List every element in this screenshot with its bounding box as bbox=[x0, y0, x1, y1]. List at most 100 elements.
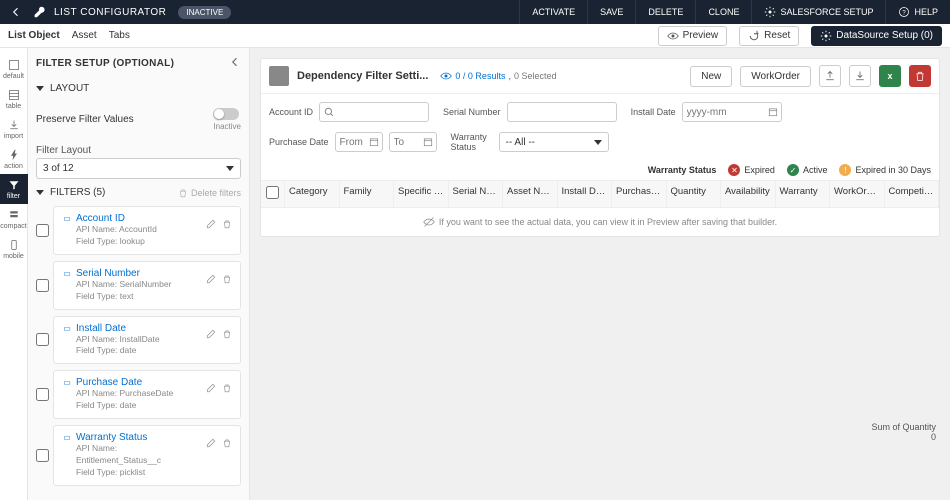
filter-layout-select[interactable]: 3 of 12 bbox=[36, 158, 241, 179]
filter-api-name: API Name: PurchaseDate bbox=[76, 388, 202, 400]
filter-select-checkbox[interactable] bbox=[36, 333, 49, 346]
install-date-input[interactable] bbox=[682, 102, 782, 122]
legend-label: Active bbox=[803, 165, 828, 175]
salesforce-setup-button[interactable]: SALESFORCE SETUP bbox=[751, 0, 885, 24]
table-column-header[interactable]: Install Date bbox=[558, 181, 613, 207]
gear-icon bbox=[820, 30, 832, 42]
table-column-header[interactable]: Competito... bbox=[885, 181, 940, 207]
rail-import-label: import bbox=[4, 133, 23, 140]
status-dot-icon: ✕ bbox=[728, 164, 740, 176]
edit-icon[interactable] bbox=[206, 329, 216, 339]
rail-action[interactable]: action bbox=[0, 144, 28, 174]
table-column-header[interactable]: Serial Nu... bbox=[449, 181, 504, 207]
table-column-header[interactable]: WorkOrder bbox=[830, 181, 885, 207]
pdf-button[interactable] bbox=[909, 65, 931, 87]
rail-filter-label: filter bbox=[7, 193, 20, 200]
tab-tabs[interactable]: Tabs bbox=[109, 30, 130, 41]
edit-icon[interactable] bbox=[206, 438, 216, 448]
rail-filter[interactable]: filter bbox=[0, 174, 28, 204]
share-button[interactable] bbox=[819, 65, 841, 87]
filter-api-name: API Name: Entitlement_Status__c bbox=[76, 443, 202, 467]
warranty-status-select[interactable]: -- All -- bbox=[499, 132, 609, 152]
warranty-status-value: -- All -- bbox=[506, 137, 535, 148]
filter-select-checkbox[interactable] bbox=[36, 388, 49, 401]
trash-icon[interactable] bbox=[222, 329, 232, 339]
empty-message: If you want to see the actual data, you … bbox=[439, 217, 777, 227]
excel-button[interactable]: x bbox=[879, 65, 901, 87]
table-column-header[interactable]: Specific Ty... bbox=[394, 181, 449, 207]
status-dot-icon: ✓ bbox=[787, 164, 799, 176]
serial-number-input[interactable] bbox=[507, 102, 617, 122]
filters-section-header[interactable]: FILTERS (5) bbox=[36, 187, 105, 198]
collapse-panel-button[interactable] bbox=[229, 56, 241, 71]
filter-select-checkbox[interactable] bbox=[36, 449, 49, 462]
sum-footer: Sum of Quantity 0 bbox=[871, 422, 936, 442]
filter-card[interactable]: ▭ Serial Number API Name: SerialNumber F… bbox=[53, 261, 241, 310]
filter-field-type: Field Type: date bbox=[76, 400, 202, 412]
clone-button[interactable]: CLONE bbox=[695, 0, 751, 24]
preserve-filter-toggle[interactable] bbox=[213, 108, 239, 120]
delete-filters-link[interactable]: Delete filters bbox=[178, 188, 241, 198]
status-badge: INACTIVE bbox=[178, 6, 231, 19]
rail-default[interactable]: default bbox=[0, 54, 28, 84]
help-button[interactable]: ? HELP bbox=[885, 0, 950, 24]
rail-table[interactable]: table bbox=[0, 84, 28, 114]
preview-card: Dependency Filter Setti... 0 / 0 Results… bbox=[260, 58, 940, 237]
table-column-header[interactable]: Asset Name bbox=[503, 181, 558, 207]
trash-icon[interactable] bbox=[222, 274, 232, 284]
save-button[interactable]: SAVE bbox=[587, 0, 635, 24]
workorder-button[interactable]: WorkOrder bbox=[740, 66, 811, 87]
purchase-date-label: Purchase Date bbox=[269, 137, 329, 147]
table-column-header[interactable]: Warranty bbox=[776, 181, 831, 207]
new-button[interactable]: New bbox=[690, 66, 732, 87]
back-button[interactable] bbox=[8, 4, 24, 20]
table-column-header[interactable]: Quantity bbox=[667, 181, 722, 207]
trash-icon[interactable] bbox=[222, 438, 232, 448]
sub-header: List Object Asset Tabs Preview Reset Dat… bbox=[0, 24, 950, 48]
filter-name: Warranty Status bbox=[76, 432, 147, 443]
filter-select-checkbox[interactable] bbox=[36, 279, 49, 292]
preview-title: Dependency Filter Setti... bbox=[297, 70, 428, 82]
filter-card[interactable]: ▭ Account ID API Name: AccountId Field T… bbox=[53, 206, 241, 255]
edit-icon[interactable] bbox=[206, 274, 216, 284]
preview-button[interactable]: Preview bbox=[658, 26, 728, 46]
filter-field-type: Field Type: picklist bbox=[76, 467, 202, 479]
select-all-checkbox[interactable] bbox=[266, 186, 279, 199]
trash-icon[interactable] bbox=[222, 219, 232, 229]
tab-list-object[interactable]: List Object bbox=[8, 30, 60, 41]
datasource-setup-button[interactable]: DataSource Setup (0) bbox=[811, 26, 942, 46]
toggle-state-label: Inactive bbox=[213, 122, 241, 131]
filter-card[interactable]: ▭ Purchase Date API Name: PurchaseDate F… bbox=[53, 370, 241, 419]
tab-asset[interactable]: Asset bbox=[72, 30, 97, 41]
rail-compact[interactable]: compact bbox=[0, 204, 28, 234]
default-icon bbox=[8, 59, 20, 71]
table-column-header[interactable]: Availability bbox=[721, 181, 776, 207]
rail-mobile-label: mobile bbox=[3, 253, 24, 260]
table-column-header[interactable]: Category bbox=[285, 181, 340, 207]
rail-import[interactable]: import bbox=[0, 114, 28, 144]
filter-select-checkbox[interactable] bbox=[36, 224, 49, 237]
table-column-header[interactable]: Family bbox=[340, 181, 395, 207]
chevron-left-icon bbox=[229, 56, 241, 68]
rail-mobile[interactable]: mobile bbox=[0, 234, 28, 264]
table-column-header[interactable]: Purchase ... bbox=[612, 181, 667, 207]
account-id-label: Account ID bbox=[269, 107, 313, 117]
edit-icon[interactable] bbox=[206, 383, 216, 393]
trash-icon[interactable] bbox=[222, 383, 232, 393]
preview-label: Preview bbox=[683, 30, 719, 41]
preserve-filter-label: Preserve Filter Values bbox=[36, 114, 134, 125]
delete-button[interactable]: DELETE bbox=[635, 0, 695, 24]
download-button[interactable] bbox=[849, 65, 871, 87]
layout-section-header[interactable]: LAYOUT bbox=[36, 79, 241, 98]
filter-card[interactable]: ▭ Warranty Status API Name: Entitlement_… bbox=[53, 425, 241, 486]
edit-icon[interactable] bbox=[206, 219, 216, 229]
eye-off-icon bbox=[423, 216, 435, 228]
text-field-icon: ▭ bbox=[62, 268, 72, 278]
filter-card[interactable]: ▭ Install Date API Name: InstallDate Fie… bbox=[53, 316, 241, 365]
account-id-input[interactable] bbox=[319, 102, 429, 122]
calendar-icon bbox=[369, 137, 379, 147]
reset-button[interactable]: Reset bbox=[739, 26, 799, 46]
filter-field-type: Field Type: lookup bbox=[76, 236, 202, 248]
activate-button[interactable]: ACTIVATE bbox=[519, 0, 587, 24]
eye-icon bbox=[667, 30, 679, 42]
